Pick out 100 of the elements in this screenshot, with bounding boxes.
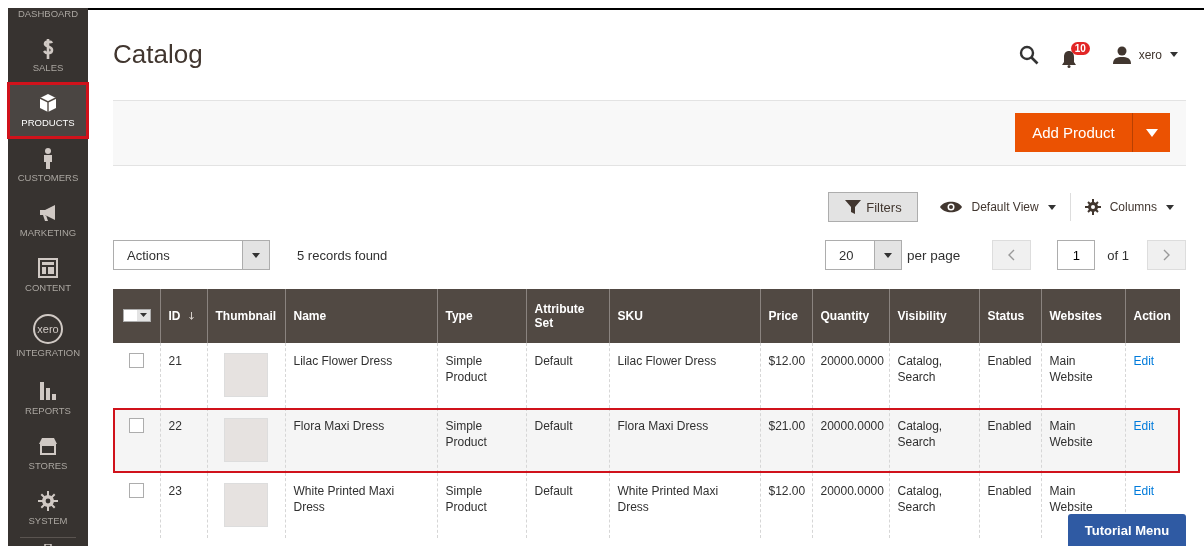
column-header[interactable]: Type	[445, 309, 473, 324]
table-cell: Default	[534, 484, 573, 498]
records-count: 5 records found	[297, 247, 388, 263]
table-cell: Default	[534, 354, 573, 368]
table-cell: 21	[168, 354, 182, 368]
box-icon	[37, 92, 59, 115]
sidebar-item[interactable]: MARKETING	[8, 192, 88, 248]
user-menu[interactable]: xero	[1112, 45, 1178, 64]
logo-icon: xero	[33, 314, 63, 345]
layout-icon	[37, 256, 59, 279]
dropdown-button[interactable]	[1132, 113, 1170, 153]
table-cell: 22	[168, 419, 182, 433]
add-product-button[interactable]: Add Product	[1015, 113, 1132, 153]
table-cell: $12.00	[768, 484, 806, 498]
notifications-button[interactable]: 10	[1060, 41, 1091, 68]
page-count: of 1	[1107, 247, 1129, 263]
photo-placeholder	[223, 353, 268, 397]
caret-icon	[1166, 204, 1174, 210]
column-header[interactable]: ID	[168, 309, 181, 324]
sidebar-item[interactable]: CUSTOMERS	[8, 137, 88, 193]
previous-page-button[interactable]	[992, 240, 1032, 270]
table-cell: Lilac Flower Dress	[617, 354, 717, 368]
sidebar-item[interactable]: REPORTS	[8, 370, 88, 426]
sidebar-item[interactable]: PRODUCTS	[8, 82, 88, 138]
chevron-right-icon	[1163, 249, 1170, 261]
table-cell: Simple Product	[445, 419, 487, 449]
table-cell: Enabled	[987, 419, 1032, 433]
tutorial-menu-button[interactable]: Tutorial Menu	[1068, 514, 1186, 546]
caret-icon	[252, 252, 260, 258]
table-cell: Catalog, Search	[897, 354, 943, 384]
table-cell: $21.00	[768, 419, 806, 433]
table-cell: White Printed Maxi Dress	[293, 484, 395, 514]
column-header[interactable]: Quantity	[820, 309, 870, 324]
edit-link[interactable]: Edit	[1133, 419, 1155, 433]
sidebar-item[interactable]: DASHBOARD	[8, 8, 88, 28]
edit-link[interactable]: Edit	[1133, 484, 1155, 498]
table-cell: 20000.0000	[820, 484, 884, 498]
column-header[interactable]: Price	[768, 309, 798, 324]
row-checkbox[interactable]	[129, 353, 144, 368]
table-cell: 20000.0000	[820, 354, 884, 368]
table-cell: Main Website	[1049, 419, 1093, 449]
sort-arrow-icon	[188, 312, 194, 321]
column-header[interactable]: Visibility	[897, 309, 947, 324]
actions-select[interactable]: Actions	[113, 240, 270, 270]
per-page-select[interactable]: 20	[825, 240, 902, 270]
edit-link[interactable]: Edit	[1133, 354, 1155, 368]
column-header[interactable]: Name	[293, 309, 327, 324]
table-cell: Main Website	[1049, 484, 1093, 514]
row-checkbox[interactable]	[129, 418, 144, 433]
table-cell: Catalog, Search	[897, 484, 943, 514]
column-header[interactable]: Websites	[1049, 309, 1102, 324]
next-page-button[interactable]	[1147, 240, 1186, 270]
gear-icon	[37, 489, 59, 512]
table-cell: Default	[534, 419, 573, 433]
view-dropdown[interactable]: Default View	[940, 200, 1056, 214]
table-cell: Main Website	[1049, 354, 1093, 384]
table-cell: Enabled	[987, 354, 1032, 368]
page-input[interactable]: 1	[1057, 240, 1096, 270]
mass-select-checkbox[interactable]	[123, 308, 151, 322]
sidebar-item[interactable]: SALES	[8, 27, 88, 83]
photo-placeholder	[223, 483, 268, 527]
columns-dropdown[interactable]: Columns	[1084, 199, 1174, 215]
caret-icon	[140, 313, 147, 317]
funnel-icon	[845, 200, 862, 214]
search-button[interactable]	[1018, 44, 1039, 65]
bell-icon	[1060, 49, 1077, 68]
chevron-left-icon	[1008, 249, 1016, 261]
table-cell: Flora Maxi Dress	[293, 419, 385, 433]
column-header[interactable]: SKU	[617, 309, 643, 324]
bar-chart-icon	[37, 379, 59, 402]
caret-icon	[1145, 128, 1158, 137]
caret-icon	[1170, 52, 1178, 58]
table-cell: Simple Product	[445, 484, 487, 514]
table-cell: Catalog, Search	[897, 419, 943, 449]
page-title: Catalog	[113, 39, 203, 71]
caret-icon	[884, 252, 892, 258]
table-cell: Simple Product	[445, 354, 487, 384]
eye-icon	[940, 201, 963, 213]
sidebar-item[interactable]: CONTENT	[8, 247, 88, 303]
table-cell: $12.00	[768, 354, 806, 368]
sidebar-item[interactable]: xero INTEGRATION	[8, 302, 88, 371]
user-icon	[1112, 45, 1131, 64]
filters-button[interactable]: Filters	[828, 192, 919, 222]
sidebar-item[interactable]: STORES	[8, 425, 88, 481]
row-checkbox[interactable]	[129, 483, 144, 498]
gear-icon	[1084, 199, 1101, 215]
sidebar-item[interactable]: SYSTEM	[8, 480, 88, 535]
table-cell: 20000.0000	[820, 419, 884, 433]
per-page-label: per page	[907, 247, 961, 263]
table-cell: 23	[168, 484, 182, 498]
search-icon	[1018, 44, 1039, 65]
notification-count: 10	[1070, 41, 1090, 55]
table-cell: Flora Maxi Dress	[617, 419, 709, 433]
column-header[interactable]: Action	[1133, 309, 1171, 324]
photo-placeholder	[223, 418, 268, 462]
caret-icon	[1047, 204, 1056, 210]
table-cell: Lilac Flower Dress	[293, 354, 393, 368]
table-cell: White Printed Maxi Dress	[617, 484, 719, 514]
column-header[interactable]: Status	[987, 309, 1025, 324]
table-cell: Enabled	[987, 484, 1032, 498]
